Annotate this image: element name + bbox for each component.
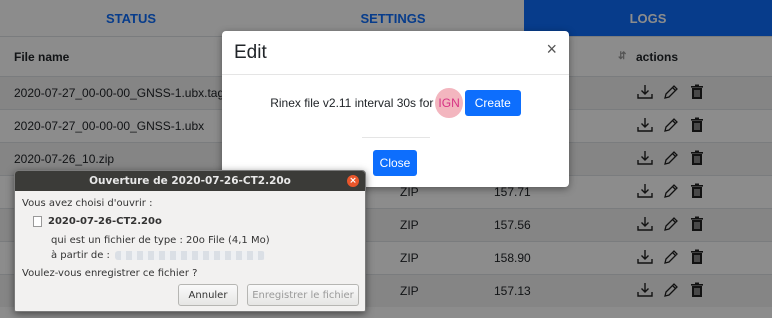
cancel-button[interactable]: Annuler (178, 284, 238, 306)
modal-divider (362, 137, 430, 138)
dialog-file-type: qui est un fichier de type : 20o File (4… (51, 235, 270, 246)
modal-header: Edit × (222, 31, 569, 75)
dialog-title: Ouverture de 2020-07-26-CT2.20o (89, 175, 291, 187)
blurred-source-url (115, 251, 265, 260)
ign-highlight: IGN (435, 88, 463, 118)
save-file-button[interactable]: Enregistrer le fichier (247, 284, 359, 306)
dialog-source-label: à partir de : (51, 250, 110, 261)
file-icon (33, 216, 42, 227)
file-open-dialog: Ouverture de 2020-07-26-CT2.20o × Vous a… (14, 170, 366, 312)
edit-modal: Edit × Rinex file v2.11 interval 30s for… (222, 31, 569, 187)
dialog-close-icon[interactable]: × (347, 175, 359, 187)
dialog-question: Voulez-vous enregistrer ce fichier ? (22, 268, 198, 279)
modal-title: Edit (234, 42, 267, 63)
dialog-titlebar[interactable]: Ouverture de 2020-07-26-CT2.20o × (15, 171, 365, 191)
dialog-filename: 2020-07-26-CT2.20o (33, 216, 162, 227)
rinex-description: Rinex file v2.11 interval 30s for (270, 96, 434, 110)
close-button[interactable]: Close (373, 150, 417, 176)
create-button[interactable]: Create (464, 90, 521, 116)
dialog-filename-text: 2020-07-26-CT2.20o (48, 216, 162, 227)
modal-body: Rinex file v2.11 interval 30s for IGN Cr… (222, 88, 569, 118)
dialog-intro: Vous avez choisi d'ouvrir : (22, 198, 153, 209)
modal-close-icon[interactable]: × (546, 40, 557, 58)
